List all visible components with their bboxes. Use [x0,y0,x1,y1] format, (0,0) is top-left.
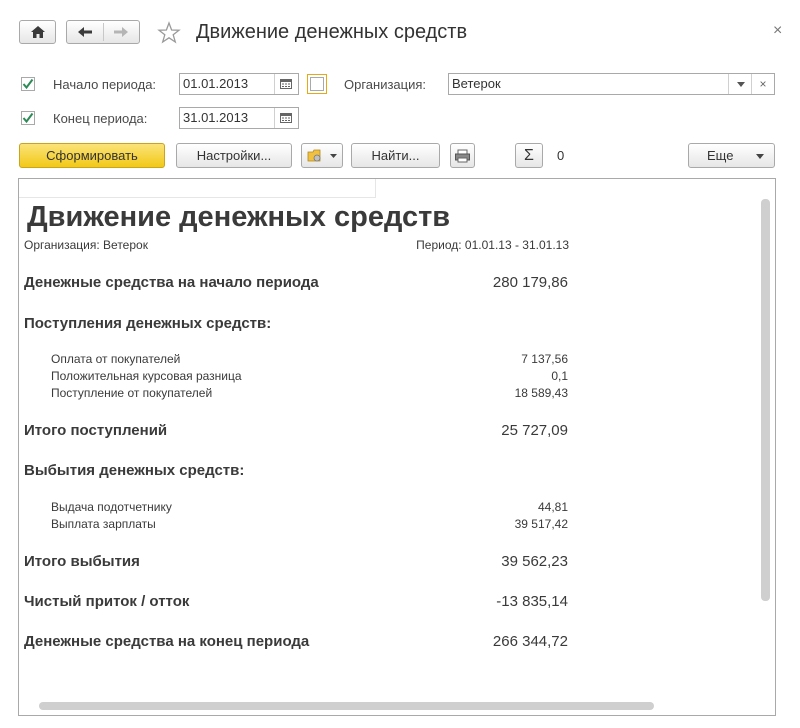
report-variant-icon [307,149,321,162]
report-variant-button[interactable] [301,143,343,168]
report-header-strip [19,179,376,198]
net-flow-value: -13 835,14 [496,593,568,610]
receipt-item-value: 0,1 [551,369,568,383]
report-document[interactable]: Движение денежных средств Организация: В… [18,178,776,716]
chevron-down-icon [330,154,337,158]
back-arrow-icon [78,27,92,37]
opening-balance-value: 280 179,86 [492,274,568,291]
navigation-group [66,20,140,44]
receipt-item-label: Положительная курсовая разница [51,369,242,383]
period-end-calendar-button[interactable] [274,108,298,128]
organization-dropdown-button[interactable] [728,74,752,94]
report-title: Движение денежных средств [27,201,451,233]
report-period: Период: 01.01.13 - 31.01.13 [416,238,569,252]
back-button[interactable] [67,21,103,43]
disbursements-header: Выбытия денежных средств: [24,462,245,479]
calendar-icon [280,79,292,89]
period-start-calendar-button[interactable] [274,74,298,94]
receipt-item-value: 18 589,43 [514,386,568,400]
receipts-header: Поступления денежных средств: [24,315,272,332]
chevron-down-icon [756,154,764,159]
receipt-item-label: Поступление от покупателей [51,386,213,400]
opening-balance-label: Денежные средства на начало периода [24,274,319,291]
printer-icon [455,149,470,163]
home-icon [31,26,45,38]
home-button[interactable] [19,20,56,44]
star-icon[interactable] [157,21,181,45]
period-end-field[interactable]: 31.01.2013 [179,107,299,129]
organization-label: Организация: [344,77,427,92]
period-start-checkbox[interactable] [21,77,35,91]
chevron-down-icon [737,82,745,87]
more-label: Еще [707,148,734,163]
forward-arrow-icon [114,27,128,37]
sum-value: 0 [557,148,565,163]
horizontal-scrollbar[interactable] [39,702,654,710]
disbursement-item-value: 39 517,42 [514,517,568,531]
period-end-checkbox[interactable] [21,111,35,125]
find-button[interactable]: Найти... [351,143,440,168]
clear-icon: × [759,77,767,91]
receipts-total-value: 25 727,09 [501,422,568,439]
period-start-field[interactable]: 01.01.2013 [179,73,299,95]
window-title: Движение денежных средств [196,21,468,43]
more-button[interactable]: Еще [688,143,775,168]
receipts-total-label: Итого поступлений [24,422,168,439]
organization-clear-button[interactable]: × [751,74,774,94]
sum-button[interactable]: Σ [515,143,543,168]
period-start-value: 01.01.2013 [183,76,249,91]
closing-balance-label: Денежные средства на конец периода [24,633,310,650]
close-window-button[interactable]: × [773,22,782,40]
organization-checkbox[interactable] [307,74,327,94]
sigma-icon: Σ [524,147,534,164]
closing-balance-value: 266 344,72 [492,633,568,650]
calendar-icon [280,113,292,123]
disbursement-item-label: Выплата зарплаты [51,517,156,531]
disbursements-total-label: Итого выбытия [24,553,140,570]
period-end-value: 31.01.2013 [183,110,249,125]
generate-report-button[interactable]: Сформировать [19,143,165,168]
receipt-item-label: Оплата от покупателей [51,352,181,366]
organization-value: Ветерок [452,76,501,91]
settings-button[interactable]: Настройки... [176,143,292,168]
forward-button[interactable] [104,21,140,43]
period-start-label: Начало периода: [53,77,157,92]
report-organization: Организация: Ветерок [24,238,148,252]
print-button[interactable] [450,143,475,168]
disbursement-item-value: 44,81 [537,500,568,514]
receipt-item-value: 7 137,56 [521,352,568,366]
disbursements-total-value: 39 562,23 [501,553,568,570]
disbursement-item-label: Выдача подотчетнику [51,500,172,514]
vertical-scrollbar[interactable] [761,199,770,601]
net-flow-label: Чистый приток / отток [24,593,190,610]
organization-field[interactable]: Ветерок × [448,73,775,95]
period-end-label: Конец периода: [53,111,148,126]
